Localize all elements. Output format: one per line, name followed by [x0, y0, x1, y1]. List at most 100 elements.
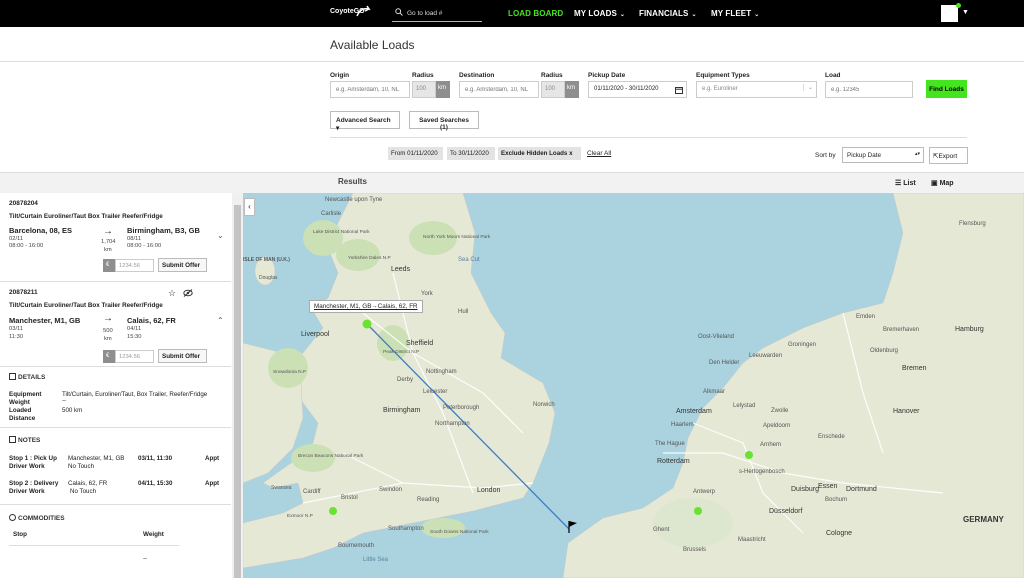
- caret-down-icon[interactable]: ▼: [962, 9, 969, 16]
- place-label: Reading: [417, 497, 439, 503]
- destination-radius-field[interactable]: 100: [541, 81, 565, 98]
- place-label: Hull: [458, 309, 468, 315]
- list-view-tab[interactable]: ☰ List: [895, 179, 916, 187]
- equipment-types-label: Equipment Types: [696, 72, 750, 79]
- arrow-right-icon: →: [103, 226, 113, 237]
- chevron-down-icon: ⌄: [802, 84, 813, 91]
- load-card[interactable]: 20878204 Tilt/Curtain Euroliner/Taut Box…: [0, 193, 231, 282]
- map-view-tab[interactable]: ▣ Map: [931, 179, 954, 187]
- origin-city: Manchester, M1, GB: [9, 316, 81, 325]
- search-icon: [395, 8, 403, 16]
- place-label: Leeds: [391, 266, 411, 273]
- submit-offer-button[interactable]: Submit Offer: [158, 349, 207, 363]
- filter-chip-label: Exclude Hidden Loads: [501, 150, 568, 157]
- equipment-types-select[interactable]: e.g. Euroliner ⌄: [696, 81, 817, 98]
- radius-label: Radius: [541, 72, 563, 79]
- hide-eye-icon[interactable]: [183, 289, 193, 297]
- load-label: Load: [825, 72, 841, 79]
- offer-price-input[interactable]: 1234.56: [115, 350, 154, 363]
- avatar[interactable]: [941, 5, 958, 22]
- star-icon[interactable]: ☆: [168, 288, 176, 299]
- map-canvas[interactable]: Newcastle upon Tyne Carlisle Lake Distri…: [243, 193, 1024, 578]
- chevron-down-icon: ⌄: [754, 12, 760, 18]
- map-icon: ▣: [931, 180, 938, 187]
- place-label: Sea Cut: [458, 257, 480, 263]
- origin-label: Origin: [330, 72, 350, 79]
- destination-input[interactable]: [459, 81, 539, 98]
- go-to-load-input[interactable]: [407, 7, 479, 19]
- distance-unit: km: [104, 247, 112, 253]
- place-label: GERMANY: [963, 515, 1005, 524]
- load-id: 20878204: [9, 200, 38, 207]
- origin-marker[interactable]: [362, 319, 372, 329]
- route-tooltip[interactable]: Manchester, M1, GB→Calais, 62, FR: [309, 300, 423, 313]
- origin-time: 08:00 - 16:00: [9, 243, 44, 249]
- commodities-section-title: COMMODITIES: [9, 514, 65, 522]
- submit-offer-button[interactable]: Submit Offer: [158, 258, 207, 272]
- place-label: The Hague: [655, 441, 685, 447]
- pickup-date-label: Pickup Date: [588, 72, 626, 79]
- place-label: Lelystad: [733, 403, 755, 409]
- load-card-selected[interactable]: 20878211 ☆ Tilt/Curtain Euroliner/Taut B…: [0, 283, 231, 367]
- place-label: Ghent: [653, 527, 670, 533]
- find-loads-button[interactable]: Find Loads: [926, 80, 967, 98]
- load-marker[interactable]: [694, 507, 702, 515]
- nav-financials[interactable]: FINANCIALS ⌄: [639, 9, 697, 18]
- collapse-panel-button[interactable]: ‹: [244, 198, 255, 216]
- pickup-date-field[interactable]: 01/11/2020 - 30/11/2020: [588, 81, 687, 98]
- load-marker[interactable]: [329, 507, 337, 515]
- equipment-types: Tilt/Curtain Euroliner/Taut Box Trailer …: [9, 213, 163, 220]
- place-label: Duisburg: [791, 486, 819, 493]
- notes-icon: [9, 436, 16, 443]
- nav-my-fleet-label: MY FLEET: [711, 9, 752, 18]
- weight-key: Weight: [9, 399, 30, 406]
- currency-symbol: €: [103, 259, 115, 272]
- nav-my-loads[interactable]: MY LOADS ⌄: [574, 9, 625, 18]
- place-label: Peak District N.P: [383, 349, 419, 355]
- divider: [0, 504, 231, 505]
- pickup-date-value: 01/11/2020 - 30/11/2020: [594, 86, 659, 92]
- place-label: Carlisle: [321, 211, 342, 217]
- sort-by-value: Pickup Date: [847, 152, 881, 159]
- place-label: Haarlem: [671, 422, 694, 428]
- place-label: Essen: [818, 483, 838, 490]
- distance-key: Distance: [9, 415, 36, 422]
- destination-radius-unit: km: [565, 81, 579, 98]
- scrollbar-thumb[interactable]: [234, 205, 241, 578]
- filter-chip-exclude-hidden[interactable]: Exclude Hidden Loads x: [498, 147, 581, 160]
- calendar-icon[interactable]: [675, 86, 683, 94]
- advanced-search-button[interactable]: Advanced Search ▾: [330, 111, 400, 132]
- chevron-down-icon: ⌄: [619, 12, 626, 18]
- go-to-load-search[interactable]: [392, 5, 482, 22]
- stop1-time: 03/11, 11:30: [138, 455, 173, 462]
- close-icon[interactable]: x: [569, 150, 572, 157]
- nav-my-loads-label: MY LOADS: [574, 9, 617, 18]
- weight-value: --: [62, 397, 67, 404]
- saved-searches-button[interactable]: Saved Searches (1): [409, 111, 479, 131]
- origin-input[interactable]: [330, 81, 410, 98]
- filter-chip-from[interactable]: From 01/11/2020: [388, 147, 443, 160]
- stop2-driver-work-key: Driver Work: [9, 488, 45, 495]
- place-label: Cardiff: [303, 489, 321, 495]
- nav-load-board[interactable]: LOAD BOARD: [508, 9, 563, 18]
- clear-all-link[interactable]: Clear All: [587, 150, 611, 157]
- export-button[interactable]: ⇱Export: [929, 147, 968, 164]
- place-label: Bochum: [825, 497, 847, 503]
- offer-price-input[interactable]: 1234.56: [115, 259, 154, 272]
- place-label: Lake District National Park: [313, 229, 370, 235]
- filter-chip-to[interactable]: To 30/11/2020: [447, 147, 495, 160]
- currency-symbol: €: [103, 350, 115, 363]
- origin-radius-field[interactable]: 100: [412, 81, 436, 98]
- place-label: Rotterdam: [657, 458, 690, 465]
- chevron-up-icon[interactable]: ⌃: [217, 316, 224, 325]
- place-label: Exmoor N.P: [287, 513, 313, 519]
- stop2-location: Calais, 62, FR: [68, 480, 108, 487]
- place-label: Flensburg: [959, 221, 986, 227]
- sort-by-select[interactable]: Pickup Date ▴▾: [842, 147, 924, 163]
- load-number-input[interactable]: [825, 81, 913, 98]
- load-marker[interactable]: [745, 451, 753, 459]
- nav-my-fleet[interactable]: MY FLEET ⌄: [711, 9, 759, 18]
- chevron-down-icon[interactable]: ⌄: [217, 231, 224, 240]
- place-label: Emden: [856, 314, 875, 320]
- map-view[interactable]: Newcastle upon Tyne Carlisle Lake Distri…: [243, 193, 1024, 578]
